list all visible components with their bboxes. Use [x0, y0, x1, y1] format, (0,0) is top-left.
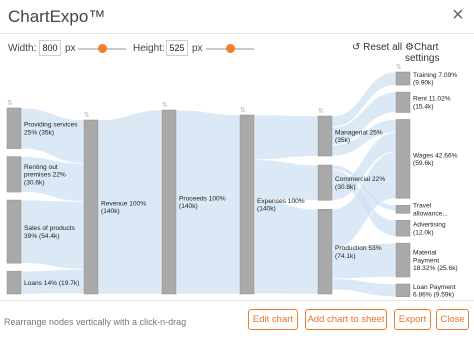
sankey-node-sales[interactable]	[6, 199, 22, 264]
size-controls: Width: 800 px Height: 525 px ↺ Reset all…	[0, 38, 474, 64]
sort-icon[interactable]: ⇅	[162, 101, 168, 109]
chart-settings-button[interactable]: ⚙Chart settings	[405, 42, 474, 64]
sankey-link-expenses-production	[253, 198, 319, 295]
export-button[interactable]: Export	[394, 309, 431, 330]
sankey-link-expenses-managerial	[253, 114, 319, 161]
node-label-rent: Rent 11.02% (15.4k)	[413, 96, 451, 111]
width-input[interactable]: 800	[39, 40, 61, 56]
sankey-node-proceeds[interactable]	[161, 109, 177, 295]
settings-icon: ⚙	[405, 42, 414, 53]
height-label: Height:	[133, 43, 165, 54]
sankey-node-training[interactable]	[395, 71, 411, 86]
sankey-node-advertising[interactable]	[395, 220, 411, 237]
height-slider[interactable]	[206, 44, 254, 53]
sankey-node-rent[interactable]	[395, 91, 411, 113]
sankey-node-revenue[interactable]	[83, 119, 99, 295]
node-label-loans: Loans 14% (19.7k)	[24, 280, 79, 287]
sankey-node-travel[interactable]	[395, 205, 411, 214]
sankey-node-commercial[interactable]	[317, 164, 333, 201]
add-chart-to-sheet-button[interactable]: Add chart to sheet	[305, 309, 387, 330]
sort-icon[interactable]: ⇅	[7, 99, 13, 107]
width-slider[interactable]	[78, 44, 126, 53]
node-label-travel: Travel allowance...	[413, 203, 448, 218]
height-slider-knob[interactable]	[225, 44, 235, 53]
width-unit: px	[65, 43, 76, 54]
width-slider-knob[interactable]	[97, 44, 107, 53]
close-button[interactable]: Close	[436, 309, 469, 330]
edit-chart-button[interactable]: Edit chart	[248, 309, 298, 330]
sort-icon[interactable]: ⇅	[318, 107, 324, 115]
reset-all-button[interactable]: ↺ Reset all	[352, 42, 402, 53]
sort-icon[interactable]: ⇅	[396, 64, 402, 71]
sankey-node-loans[interactable]	[6, 270, 22, 295]
app-title: ChartExpo™	[8, 7, 106, 26]
sankey-node-renting[interactable]	[6, 156, 22, 193]
node-label-material: Material Payment 18.32% (25.6k)	[413, 250, 458, 273]
node-label-advertising: Advertising (12.0k)	[413, 222, 446, 237]
footer: Rearrange nodes vertically with a click-…	[0, 300, 474, 341]
height-input[interactable]: 525	[166, 40, 188, 56]
close-icon[interactable]: ×	[452, 5, 464, 25]
sankey-node-loanpay[interactable]	[395, 283, 411, 297]
sankey-node-managerial[interactable]	[317, 115, 333, 157]
node-label-training: Training 7.09% (9.90k)	[413, 72, 457, 87]
sankey-link-production-loanpay	[331, 278, 397, 298]
sankey-chart: ⇅Providing services 25% (35k)Renting out p…	[6, 64, 458, 298]
node-label-loanpay: Loan Payment 6.86% (9.59k)	[413, 284, 456, 298]
reset-all-label: Reset all	[363, 42, 403, 53]
sankey-node-wages[interactable]	[395, 119, 411, 199]
height-unit: px	[192, 43, 203, 54]
sankey-node-material[interactable]	[395, 242, 411, 278]
sankey-node-production[interactable]	[317, 209, 333, 295]
drag-hint: Rearrange nodes vertically with a click-…	[4, 317, 187, 327]
reset-icon: ↺	[352, 42, 361, 53]
sankey-node-providing[interactable]	[6, 107, 22, 149]
width-label: Width:	[8, 43, 37, 54]
sort-icon[interactable]: ⇅	[84, 111, 90, 119]
sankey-link-expenses-commercial	[253, 159, 319, 201]
title-bar: ChartExpo™ ×	[0, 0, 474, 34]
sankey-node-expenses[interactable]	[239, 114, 255, 295]
sort-icon[interactable]: ⇅	[240, 106, 246, 114]
node-label-wages: Wages 42.66% (59.6k)	[413, 152, 458, 167]
